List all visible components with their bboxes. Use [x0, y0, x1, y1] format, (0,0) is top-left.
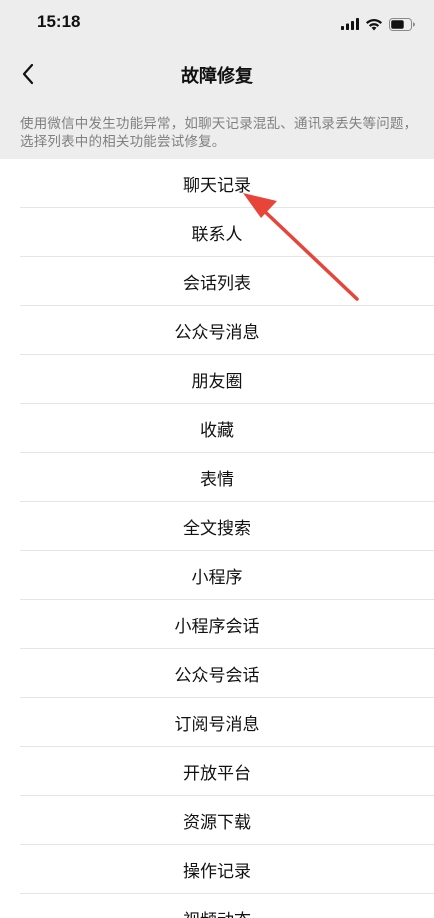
repair-list-item[interactable]: 公众号消息	[0, 306, 434, 355]
page-title: 故障修复	[181, 66, 253, 87]
nav-bar: 故障修复	[0, 48, 434, 100]
repair-list-item-label: 订阅号消息	[174, 715, 260, 735]
repair-list-item[interactable]: 订阅号消息	[0, 698, 434, 747]
repair-list-item[interactable]: 表情	[0, 453, 434, 502]
signal-icon	[341, 18, 359, 30]
repair-list-item[interactable]: 资源下载	[0, 796, 434, 845]
repair-list-item[interactable]: 朋友圈	[0, 355, 434, 404]
repair-list-item[interactable]: 联系人	[0, 208, 434, 257]
repair-list: 聊天记录联系人会话列表公众号消息朋友圈收藏表情全文搜索小程序小程序会话公众号会话…	[0, 159, 434, 918]
repair-list-item[interactable]: 操作记录	[0, 845, 434, 894]
repair-list-item[interactable]: 公众号会话	[0, 649, 434, 698]
repair-list-item-label: 资源下载	[183, 813, 251, 833]
repair-list-item-label: 收藏	[200, 421, 234, 441]
repair-list-item[interactable]: 聊天记录	[0, 159, 434, 208]
repair-list-item-label: 视频动态	[183, 906, 251, 918]
status-bar: 15:18	[0, 0, 434, 48]
repair-list-item-label: 小程序会话	[174, 617, 260, 637]
battery-icon	[389, 17, 415, 31]
repair-list-item[interactable]: 会话列表	[0, 257, 434, 306]
repair-list-item-label: 表情	[200, 470, 234, 490]
repair-list-item-label: 开放平台	[183, 764, 251, 784]
repair-list-item[interactable]: 收藏	[0, 404, 434, 453]
repair-list-item-label: 聊天记录	[183, 176, 251, 196]
repair-list-item[interactable]: 视频动态	[0, 894, 434, 918]
repair-list-item-label: 小程序	[191, 568, 243, 588]
wifi-icon	[366, 18, 382, 30]
repair-list-item[interactable]: 小程序	[0, 551, 434, 600]
repair-list-item-label: 操作记录	[183, 862, 251, 882]
repair-list-item-label: 朋友圈	[191, 372, 243, 392]
repair-list-item-label: 公众号会话	[174, 666, 260, 686]
repair-list-item-label: 公众号消息	[174, 323, 260, 343]
repair-description: 使用微信中发生功能异常，如聊天记录混乱、通讯录丢失等问题，选择列表中的相关功能尝…	[20, 116, 418, 150]
repair-list-item[interactable]: 全文搜索	[0, 502, 434, 551]
status-icons	[341, 14, 416, 34]
status-time: 15:18	[37, 12, 81, 31]
repair-list-item-label: 联系人	[191, 225, 243, 245]
repair-list-item[interactable]: 小程序会话	[0, 600, 434, 649]
repair-list-item-label: 全文搜索	[183, 519, 251, 539]
repair-list-item-label: 会话列表	[183, 274, 251, 294]
repair-list-item[interactable]: 开放平台	[0, 747, 434, 796]
